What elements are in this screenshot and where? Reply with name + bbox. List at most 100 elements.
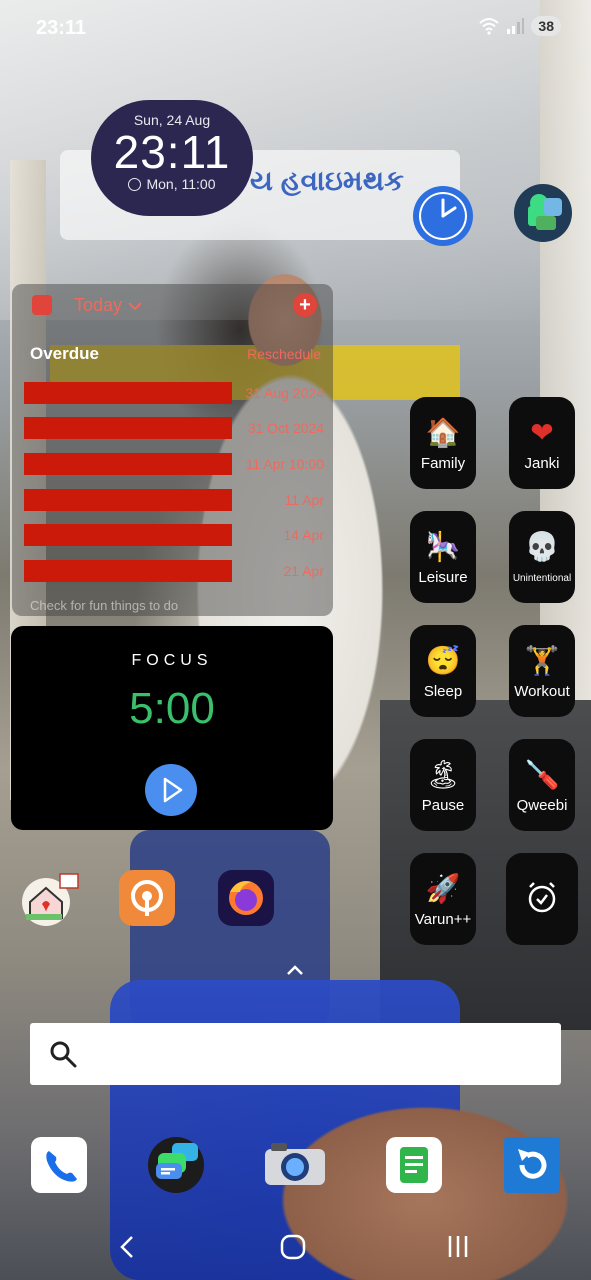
back-button[interactable] xyxy=(98,1218,158,1278)
sleeping-face-icon: 😴 xyxy=(425,645,461,676)
clock-time: 23:11 xyxy=(113,126,231,178)
refresh-app-icon[interactable] xyxy=(504,1137,560,1193)
status-time: 23:11 xyxy=(36,17,87,39)
wallpaper-banner-text: ય હવાઇમથક xyxy=(250,165,404,196)
search-input[interactable] xyxy=(90,1041,540,1067)
task-row[interactable]: 21 Apr xyxy=(24,560,324,584)
search-icon xyxy=(50,1041,77,1068)
tasks-header: Today + xyxy=(12,284,333,326)
task-row[interactable]: 31 Aug 2024 xyxy=(24,382,324,406)
refresh-icon xyxy=(518,1149,547,1179)
shortcut-label: Leisure xyxy=(418,569,468,586)
shortcut-varun[interactable]: 🚀 Varun++ xyxy=(410,853,476,945)
reschedule-button[interactable]: Reschedule xyxy=(247,346,321,362)
firefox-app-icon[interactable] xyxy=(218,870,274,926)
wallpaper-jeans xyxy=(130,830,330,1030)
battery-badge: 38 xyxy=(531,16,561,36)
focus-timer: 5:00 xyxy=(129,684,215,733)
redacted-task-title xyxy=(24,560,232,582)
focus-play-button[interactable] xyxy=(145,764,197,816)
shortcut-pause[interactable]: 🏝 Pause xyxy=(410,739,476,831)
podcast-icon xyxy=(131,880,163,916)
carousel-horse-icon: 🎠 xyxy=(425,531,461,562)
task-row[interactable]: 14 Apr xyxy=(24,524,324,548)
alarm-check-icon xyxy=(528,882,556,913)
clock-alarm-text: Mon, 11:00 xyxy=(146,176,216,192)
camera-app-icon[interactable] xyxy=(263,1137,327,1193)
messages-app-icon[interactable] xyxy=(148,1137,204,1193)
wifi-icon xyxy=(479,18,500,35)
signal-icon xyxy=(507,18,525,34)
task-date: 14 Apr xyxy=(283,527,324,543)
play-icon xyxy=(163,777,183,803)
camera-icon xyxy=(265,1143,325,1185)
add-task-button[interactable]: + xyxy=(293,293,317,317)
shortcut-workout[interactable]: 🏋 Workout xyxy=(509,625,575,717)
focus-widget[interactable]: FOCUS 5:00 xyxy=(11,626,333,830)
tasks-footer: Check for fun things to do xyxy=(30,598,179,613)
back-chevron-icon xyxy=(120,1236,133,1258)
island-icon: 🏝 xyxy=(425,759,461,790)
notes-app-icon[interactable] xyxy=(386,1137,442,1193)
recents-icon xyxy=(448,1236,468,1257)
shortcut-unintentional[interactable]: 💀 Unintentional xyxy=(509,511,575,603)
shortcut-label: Unintentional xyxy=(512,573,572,584)
rocket-icon: 🚀 xyxy=(425,873,461,904)
house-icon: 🏠 xyxy=(425,417,461,448)
android-robot-icon xyxy=(528,194,562,230)
document-icon xyxy=(400,1147,428,1183)
overdue-heading: Overdue xyxy=(30,344,99,363)
status-bar: 23:11 38 xyxy=(0,0,591,56)
task-date: 31 Aug 2024 xyxy=(245,385,324,401)
shortcut-alarm[interactable] xyxy=(506,853,578,945)
phone-app-icon[interactable] xyxy=(31,1137,87,1193)
tasks-filter-dropdown[interactable]: Today xyxy=(74,295,142,316)
task-row[interactable]: 11 Apr 10:00 xyxy=(24,453,324,477)
home-care-app-icon[interactable] xyxy=(20,870,79,926)
status-icons: 38 xyxy=(479,16,561,36)
shortcut-qweebi[interactable]: 🪛 Qweebi xyxy=(509,739,575,831)
shortcut-sleep[interactable]: 😴 Sleep xyxy=(410,625,476,717)
shortcut-janki[interactable]: ❤ Janki xyxy=(509,397,575,489)
shortcut-label: Varun++ xyxy=(414,911,472,928)
house-heart-icon xyxy=(22,873,79,926)
todoist-icon[interactable] xyxy=(32,295,52,315)
clock-face-icon xyxy=(419,192,467,240)
chevron-down-icon xyxy=(128,301,142,310)
redacted-task-title xyxy=(24,417,232,439)
chat-bubbles-icon xyxy=(156,1143,198,1179)
weightlifter-icon: 🏋 xyxy=(524,645,560,676)
heart-icon: ❤ xyxy=(530,417,554,448)
recents-button[interactable] xyxy=(428,1218,488,1278)
home-button[interactable] xyxy=(263,1218,323,1278)
redacted-task-title xyxy=(24,489,232,511)
redacted-task-title xyxy=(24,453,232,475)
screwdriver-icon: 🪛 xyxy=(524,759,560,790)
clock-next-alarm: Mon, 11:00 xyxy=(91,176,253,192)
task-date: 11 Apr 10:00 xyxy=(245,456,324,472)
task-row[interactable]: 31 Oct 2024 xyxy=(24,417,324,441)
shortcut-leisure[interactable]: 🎠 Leisure xyxy=(410,511,476,603)
antennapod-app-icon[interactable] xyxy=(119,870,175,926)
task-date: 11 Apr xyxy=(284,492,324,508)
clock-widget[interactable]: Sun, 24 Aug 23:11 Mon, 11:00 xyxy=(91,100,253,216)
android-dev-app-icon[interactable] xyxy=(514,184,572,242)
search-bar[interactable] xyxy=(30,1023,561,1085)
alarm-icon xyxy=(128,177,142,191)
shortcut-label: Janki xyxy=(524,455,560,472)
task-date: 21 Apr xyxy=(283,563,324,579)
tasks-widget[interactable]: Today + Overdue Reschedule 31 Aug 2024 3… xyxy=(12,284,333,616)
redacted-task-title xyxy=(24,524,232,546)
shortcut-label: Family xyxy=(420,455,466,472)
clock-app-icon[interactable] xyxy=(413,186,473,246)
shortcut-label: Qweebi xyxy=(516,797,568,814)
shortcut-label: Sleep xyxy=(423,683,463,700)
shortcut-label: Workout xyxy=(514,683,570,700)
task-date: 31 Oct 2024 xyxy=(247,420,324,436)
phone-icon xyxy=(46,1151,77,1182)
tasks-filter-label: Today xyxy=(74,295,123,315)
app-drawer-arrow-icon[interactable] xyxy=(285,960,305,980)
navigation-bar xyxy=(0,1218,591,1280)
task-row[interactable]: 11 Apr xyxy=(24,489,324,513)
shortcut-family[interactable]: 🏠 Family xyxy=(410,397,476,489)
